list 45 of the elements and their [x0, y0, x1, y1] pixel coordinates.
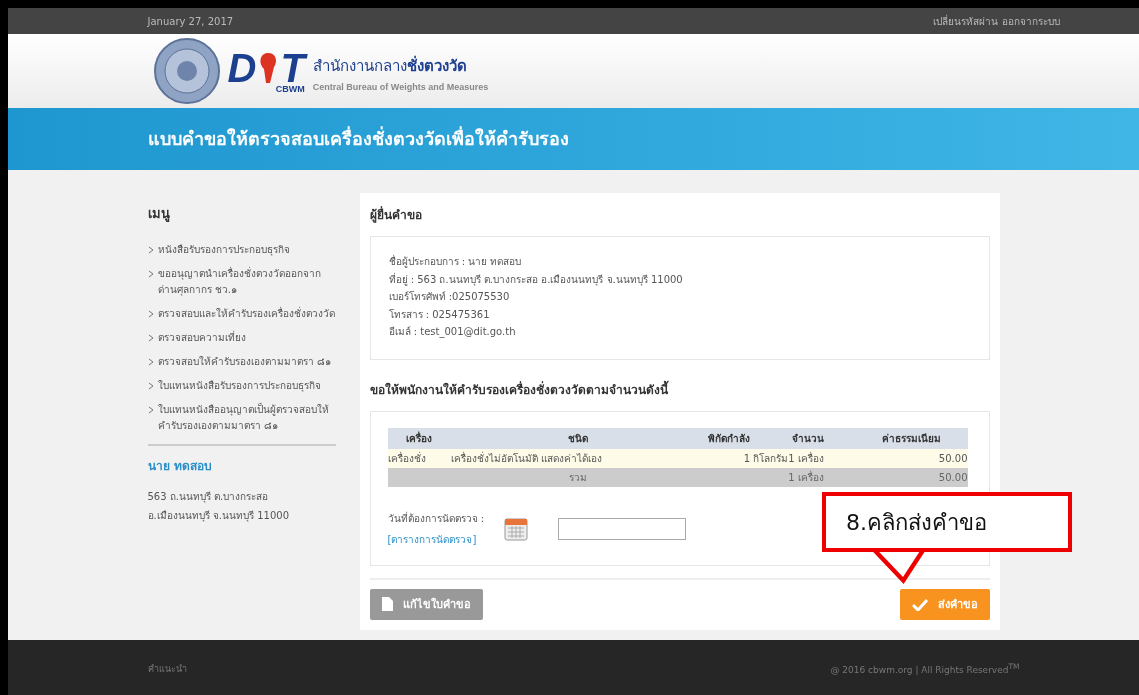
calendar-icon[interactable] [504, 516, 529, 541]
chevron-icon [147, 310, 154, 318]
chevron-icon [147, 270, 154, 278]
seal-icon [153, 38, 220, 104]
user-address: อ.เมืองนนทบุรี จ.นนทบุรี 11000 [147, 509, 291, 524]
menu-item[interactable]: ขออนุญาตนำเครื่องชั่งตวงวัดออกจากด่านศุลกากร ชว.๑ [147, 266, 336, 298]
copyright-text: @ 2016 cbwm.org | All Rights Reserved$^{TM}$ [830, 662, 1020, 676]
top-link[interactable]: ออกจากระบบ [1001, 13, 1060, 29]
applicant-info: อีเมล์ : test_001@dit.go.th [388, 325, 517, 340]
org-name-thai: สำนักงานกลางชั่งตวงวัด [312, 54, 468, 77]
top-link[interactable]: เปลี่ยนรหัสผ่าน [932, 13, 998, 29]
chevron-icon [147, 382, 154, 390]
date-text: January 27, 2017 [147, 15, 234, 27]
applicant-info: โทรสาร : 025475361 [388, 307, 491, 322]
section-heading: ขอให้พนักงานให้คำรับรองเครื่องชั่งตวงวัดตามจำนวนดังนี้ [369, 379, 670, 399]
column-header: ชนิด [451, 427, 705, 449]
menu-item[interactable]: ใบแทนหนังสือรับรองการประกอบธุรกิจ [147, 378, 336, 394]
menu-item[interactable]: ตรวจสอบให้คำรับรองเองตามมาตรา ๘๑ [147, 354, 336, 370]
column-header: จำนวน [788, 427, 856, 449]
menu-heading: เมนู [147, 205, 171, 224]
table-cell: เครื่องชั่ง [387, 448, 452, 468]
chevron-icon [147, 358, 154, 366]
chevron-icon [147, 246, 154, 254]
page-title: แบบคำขอให้ตรวจสอบเครื่องชั่งตวงวัดเพื่อให้คำรับรอง [147, 125, 570, 151]
date-input[interactable] [558, 517, 687, 540]
column-header: เครื่อง [387, 427, 452, 449]
section-heading: ผู้ยื่นคำขอ [369, 205, 423, 224]
schedule-link[interactable]: [ตารางการนัดตรวจ] [387, 531, 485, 547]
column-header: พิกัดกำลัง [704, 427, 789, 449]
menu-item[interactable]: ใบแทนหนังสืออนุญาตเป็นผู้ตรวจสอบให้คำรับรองเองตามมาตรา ๘๑ [147, 402, 336, 434]
applicant-info: ที่อยู่ : 563 ถ.นนทบุรี ต.บางกระสอ อ.เมืองนนทบุรี จ.นนทบุรี 11000 [388, 271, 684, 288]
chevron-icon [147, 406, 154, 414]
user-name: นาย ทดสอบ [147, 458, 213, 475]
menu-item[interactable]: หนังสือรับรองการประกอบธุรกิจ [147, 242, 336, 258]
check-icon [911, 597, 928, 611]
chevron-icon [147, 334, 154, 342]
date-label: วันที่ต้องการนัดตรวจ : [387, 510, 485, 526]
menu-item[interactable]: ตรวจสอบและให้คำรับรองเครื่องชั่งตวงวัด [147, 306, 336, 322]
org-name-english: Central Bureau of Weights and Measures [312, 82, 489, 92]
user-address: 563 ถ.นนทบุรี ต.บางกระสอ [147, 490, 270, 505]
applicant-info: ชื่อผู้ประกอบการ : นาย ทดสอบ [388, 253, 523, 270]
applicant-info: เบอร์โทรศัพท์ :025075530 [388, 290, 511, 304]
menu-item[interactable]: ตรวจสอบความเที่ยง [147, 330, 336, 346]
column-header: ค่าธรรมเนียม [855, 427, 968, 449]
document-icon [381, 597, 393, 611]
